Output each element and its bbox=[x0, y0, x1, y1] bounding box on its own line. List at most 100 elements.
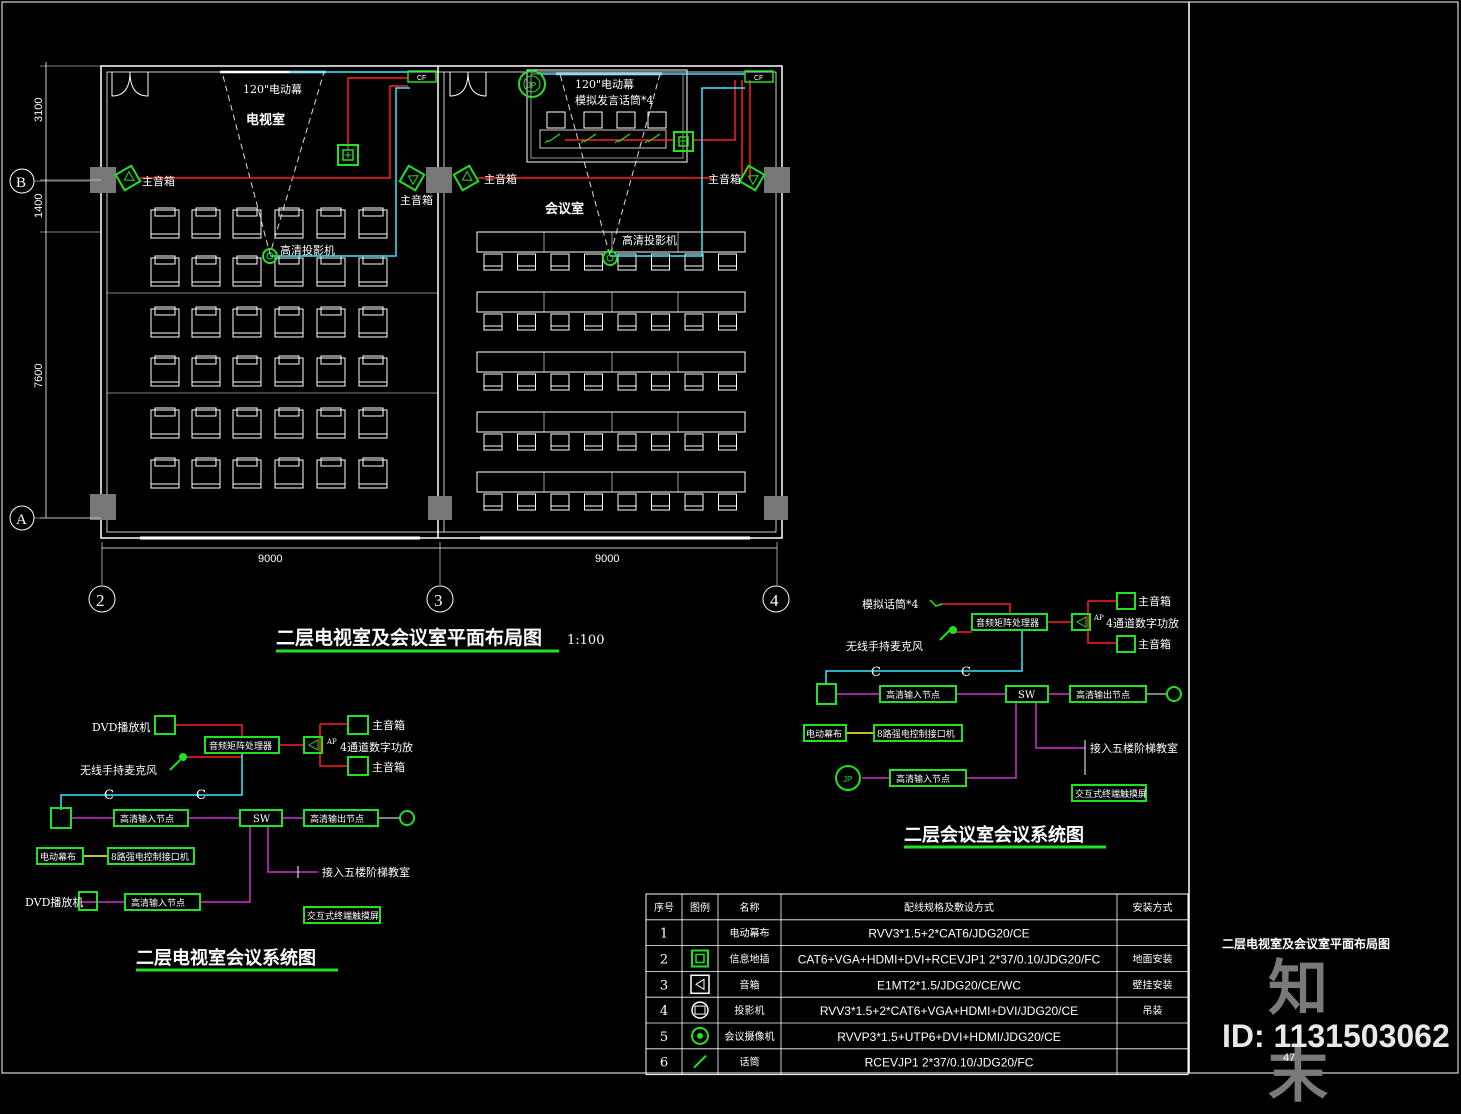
amplifier-label: 4通道数字功放 bbox=[1106, 616, 1179, 630]
inner-wall bbox=[106, 71, 777, 533]
projector-label-tv: 高清投影机 bbox=[280, 243, 335, 257]
speaker-label: 主音箱 bbox=[142, 174, 175, 188]
chair bbox=[684, 433, 704, 451]
tv-system-diagram: C C DVD播放机 无线手持麦克风 音频矩阵处理器 AP 4通道数字功放 主音… bbox=[25, 715, 415, 972]
camera-icon: JP bbox=[835, 765, 861, 791]
legend-row-number: 4 bbox=[660, 1004, 668, 1019]
chair bbox=[517, 493, 536, 511]
ap-label: AP bbox=[326, 738, 337, 746]
hd-output-label: 高清输出节点 bbox=[310, 813, 364, 825]
legend-row-spec: RVV3*1.5+2*CAT6/JDG20/CE bbox=[868, 927, 1029, 941]
dvd-label: DVD播放机 bbox=[92, 720, 150, 734]
speaker-label: 主音箱 bbox=[708, 172, 741, 186]
seat bbox=[191, 355, 221, 387]
matrix-label: 音频矩阵处理器 bbox=[976, 617, 1039, 629]
hd-input-label: 高清输入节点 bbox=[120, 813, 174, 825]
speaker-label: 主音箱 bbox=[400, 193, 433, 207]
seat bbox=[274, 407, 304, 439]
conference-table bbox=[476, 291, 746, 313]
speaker-label: 主音箱 bbox=[1138, 637, 1171, 651]
ap-label: AP bbox=[1093, 614, 1104, 622]
grid-label-2: 2 bbox=[96, 591, 105, 610]
speaker-icon bbox=[114, 164, 142, 192]
speaker-icon bbox=[1116, 635, 1136, 653]
chair bbox=[684, 493, 704, 511]
chair bbox=[550, 373, 570, 391]
seat bbox=[358, 457, 388, 489]
chair bbox=[483, 253, 503, 271]
floor-plan: 3100 1400 7600 B A 9000 9000 2 3 4 CF CF… bbox=[9, 62, 790, 653]
seat bbox=[150, 207, 180, 239]
chair bbox=[584, 433, 603, 451]
seat bbox=[316, 355, 346, 387]
drawing-id: ID: 1131503062 bbox=[1222, 1018, 1450, 1054]
screen-label: 电动幕布 bbox=[40, 851, 76, 863]
conference-table bbox=[476, 351, 746, 373]
door-tv bbox=[111, 71, 149, 97]
chair bbox=[483, 313, 503, 331]
chair bbox=[517, 253, 536, 271]
grid-label-b: B bbox=[16, 175, 26, 191]
chair bbox=[684, 313, 704, 331]
connector-c: C bbox=[871, 665, 881, 680]
dim-9000-b: 9000 bbox=[595, 553, 619, 565]
switch-label: SW bbox=[253, 814, 271, 825]
chair bbox=[483, 373, 503, 391]
chair bbox=[517, 373, 536, 391]
dvd-player-icon bbox=[154, 715, 176, 735]
seat bbox=[191, 457, 221, 489]
hd-input-label: 高清输入节点 bbox=[131, 897, 185, 909]
seat bbox=[316, 407, 346, 439]
chair bbox=[517, 313, 536, 331]
floor-box-icon bbox=[50, 807, 72, 829]
touch-panel-label: 交互式终端触摸屏 bbox=[1075, 788, 1147, 800]
legend-header: 序号 bbox=[654, 901, 674, 914]
projector-icon bbox=[399, 810, 415, 826]
grid-label-4: 4 bbox=[770, 591, 779, 610]
cad-drawing-sheet: 3100 1400 7600 B A 9000 9000 2 3 4 CF CF… bbox=[0, 0, 1461, 1111]
analog-mic-label: 模拟话筒*4 bbox=[862, 597, 919, 611]
chair bbox=[651, 373, 670, 391]
chair bbox=[517, 433, 536, 451]
dim-1400: 1400 bbox=[33, 194, 45, 218]
seat bbox=[358, 306, 388, 338]
speaker-icon bbox=[452, 164, 480, 192]
meeting-system-diagram: C C JP 模拟话筒*4 无线手持麦克风 音频矩阵处理器 AP 4通道数字功放… bbox=[803, 592, 1182, 849]
legend-row-number: 3 bbox=[660, 978, 668, 993]
speaker-icon bbox=[347, 756, 369, 776]
camera-jp-label: JP bbox=[843, 775, 852, 784]
seat bbox=[232, 306, 262, 338]
power-cabling bbox=[140, 77, 751, 180]
plan-scale: 1:100 bbox=[567, 633, 604, 648]
legend-row-number: 5 bbox=[660, 1030, 668, 1045]
projector-label-mtg: 高清投影机 bbox=[622, 233, 677, 247]
seat bbox=[232, 355, 262, 387]
speaker-icon bbox=[398, 164, 426, 192]
stage-desk bbox=[539, 129, 667, 149]
camera-icon: JP bbox=[518, 70, 546, 98]
legend-header: 名称 bbox=[740, 901, 760, 914]
column bbox=[764, 167, 790, 193]
cf-label-mtg: CF bbox=[754, 75, 763, 82]
chair bbox=[617, 493, 637, 511]
legend-header: 安装方式 bbox=[1133, 901, 1173, 914]
speaker-label: 主音箱 bbox=[372, 760, 405, 774]
floor-box-icon bbox=[816, 683, 837, 705]
chair bbox=[718, 313, 737, 331]
legend-row-spec: RVV3*1.5+2*CAT6+VGA+HDMI+DVI/JDG20/CE bbox=[820, 1004, 1078, 1018]
screen-label-mtg: 120"电动幕 bbox=[575, 77, 634, 91]
mic-label-mtg: 模拟发言话筒*4 bbox=[575, 93, 654, 107]
page-number: 47 bbox=[1283, 1052, 1296, 1064]
chair bbox=[617, 313, 637, 331]
seat bbox=[150, 355, 180, 387]
legend-header: 配线规格及敷设方式 bbox=[904, 901, 994, 914]
conference-table bbox=[476, 231, 746, 253]
fifth-floor-label: 接入五楼阶梯教室 bbox=[1090, 741, 1178, 755]
column bbox=[428, 496, 452, 520]
wireless-mic-label: 无线手持麦克风 bbox=[80, 763, 157, 777]
switch-label: SW bbox=[1018, 690, 1036, 701]
chair bbox=[718, 493, 737, 511]
screen-label-tv: 120"电动幕 bbox=[243, 82, 302, 96]
legend-row-spec: RVVP3*1.5+UTP6+DVI+HDMI/JDG20/CE bbox=[837, 1030, 1061, 1044]
door-mtg bbox=[449, 71, 487, 97]
